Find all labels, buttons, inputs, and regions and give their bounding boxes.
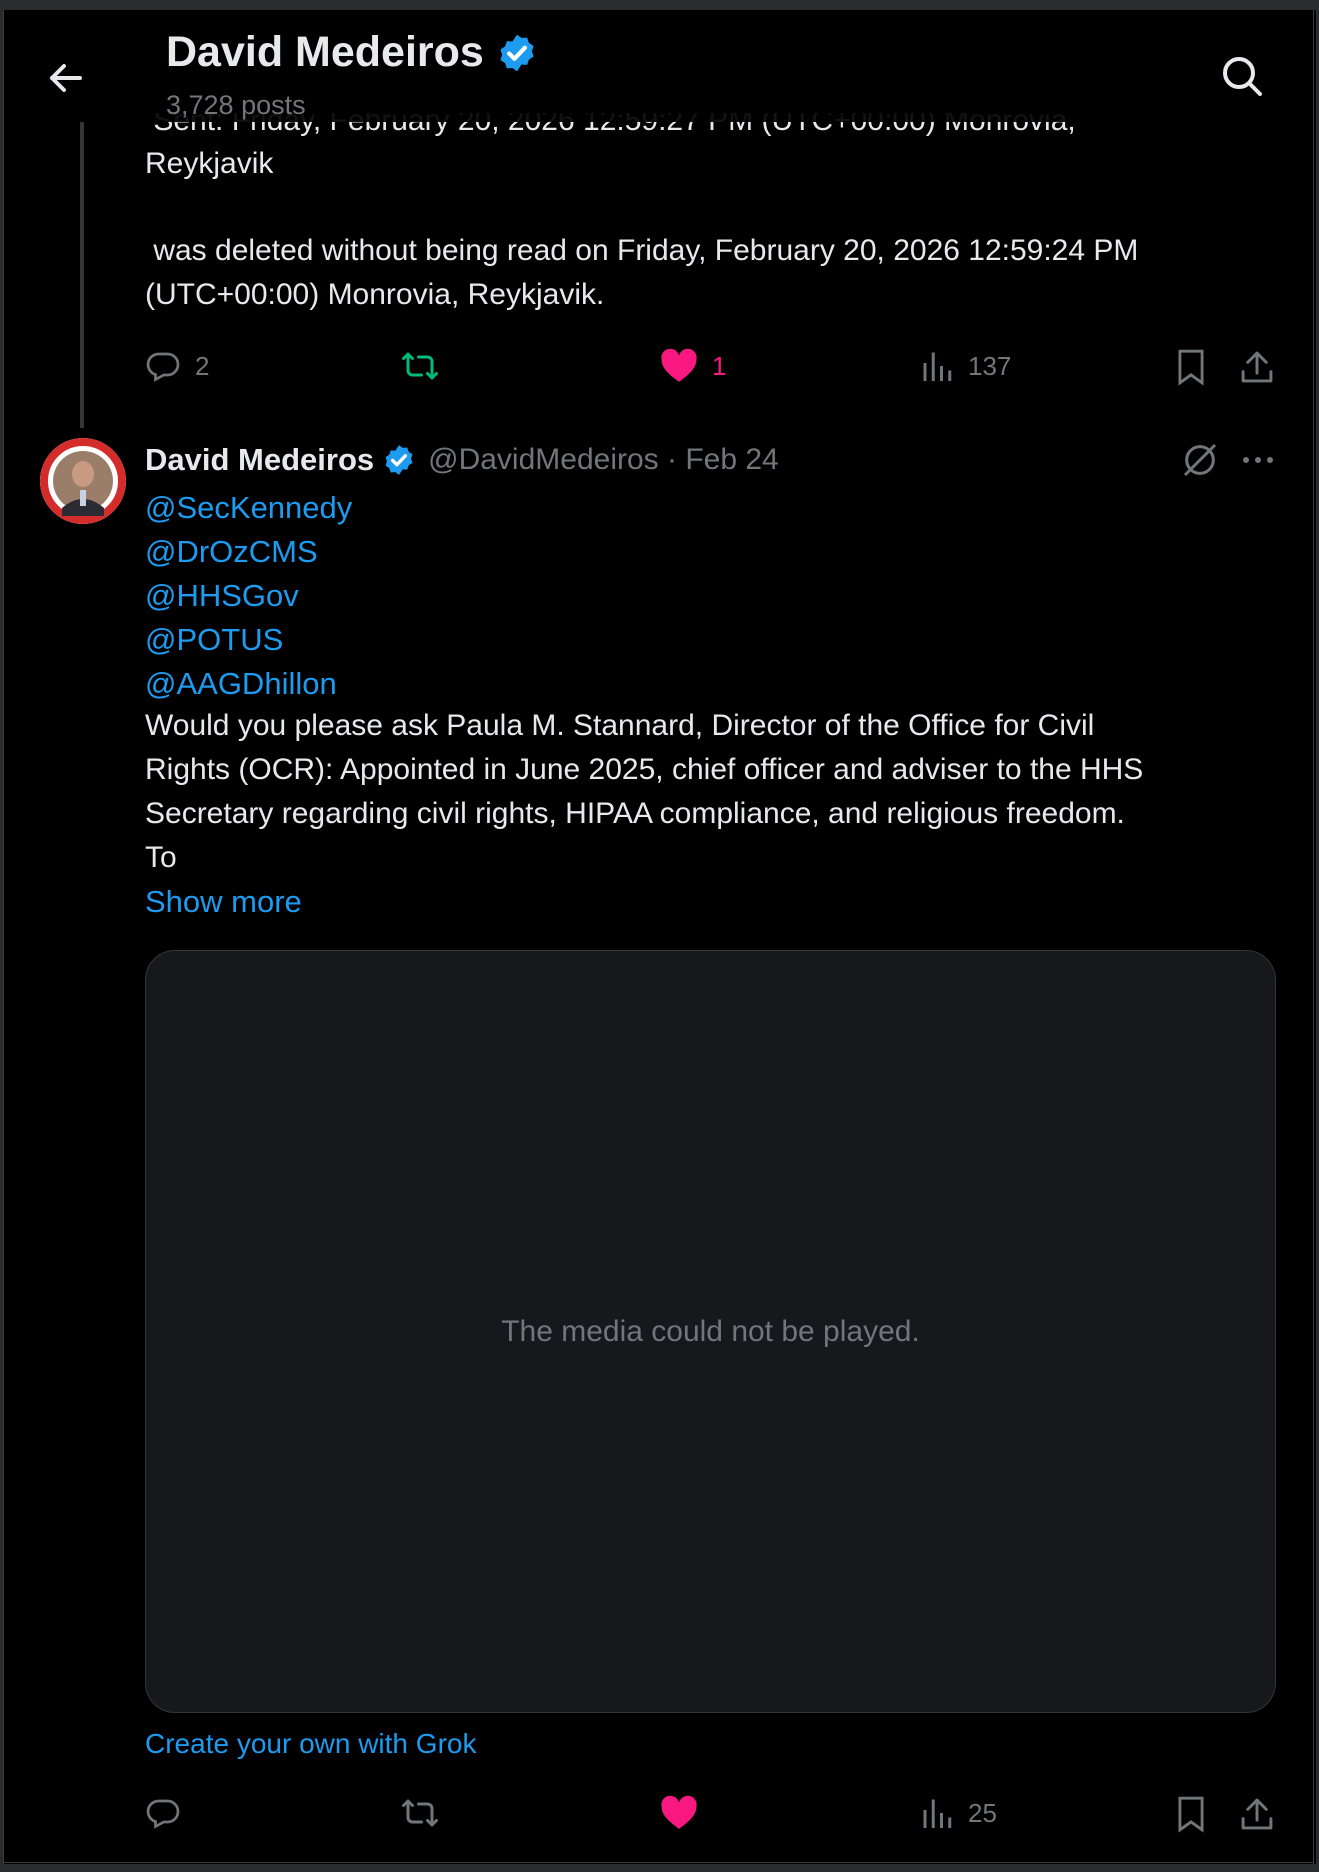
thread-connector-line (80, 122, 84, 428)
bookmark-button[interactable] (1176, 348, 1206, 386)
reply-icon (146, 1799, 180, 1829)
views-icon (923, 1799, 952, 1828)
like-icon (661, 1795, 697, 1829)
retweet-icon (402, 1799, 438, 1827)
tweet-body-line: Would you please ask Paula M. Stannard, … (145, 709, 1095, 742)
page-title: David Medeiros (166, 28, 484, 76)
share-button[interactable] (1240, 348, 1274, 386)
search-icon (1223, 57, 1262, 96)
views-button[interactable]: 137 (920, 348, 1011, 384)
search-button[interactable] (1218, 52, 1266, 100)
grok-icon (1183, 443, 1217, 477)
verified-badge-icon (500, 34, 534, 71)
mention-link[interactable]: @POTUS (145, 618, 283, 662)
mention-link[interactable]: @HHSGov (145, 574, 299, 618)
tweet-body-line: Rights (OCR): Appointed in June 2025, ch… (145, 753, 1144, 786)
media-player[interactable]: The media could not be played. (145, 950, 1276, 1713)
share-icon (1241, 351, 1273, 383)
views-icon (923, 352, 952, 381)
avatar[interactable] (40, 438, 126, 524)
mention-link[interactable]: @DrOzCMS (145, 530, 318, 574)
mention-link[interactable]: @AAGDhillon (145, 662, 337, 706)
retweet-button[interactable] (400, 1795, 440, 1831)
author-handle-date[interactable]: @DavidMedeiros · Feb 24 (428, 443, 779, 477)
views-count: 25 (968, 1797, 997, 1828)
bookmark-icon (1178, 1796, 1204, 1833)
create-with-grok-link[interactable]: Create your own with Grok (145, 1728, 476, 1760)
more-icon (1243, 457, 1273, 463)
reply-icon (146, 352, 180, 382)
verified-badge-icon (385, 445, 413, 475)
like-button[interactable]: 1 (660, 348, 726, 384)
tweet-body-line: To (145, 841, 177, 874)
divider-left (3, 10, 4, 1864)
retweet-button[interactable] (400, 348, 440, 384)
header-title-row: David Medeiros (166, 28, 538, 77)
post-count: 3,728 posts (166, 90, 306, 120)
media-error-message: The media could not be played. (501, 1314, 920, 1348)
tweet-body-line: Secretary regarding civil rights, HIPAA … (145, 797, 1125, 830)
reply-count: 2 (195, 350, 210, 381)
profile-header: David Medeiros 3,728 posts (4, 10, 1313, 122)
tweet-text-line: Reykjavik (145, 147, 274, 180)
tweet-body: Would you please ask Paula M. Stannard, … (145, 704, 1275, 880)
tweet-author-row: David Medeiros @DavidMedeiros · Feb 24 (145, 438, 779, 482)
back-button[interactable] (42, 54, 90, 102)
like-icon (661, 348, 697, 382)
retweet-icon (402, 352, 438, 380)
share-icon (1241, 1798, 1273, 1830)
show-more-link[interactable]: Show more (145, 880, 302, 924)
tweet-text-line: (UTC+00:00) Monrovia, Reykjavik. (145, 278, 605, 311)
like-button[interactable] (660, 1795, 698, 1831)
views-count: 137 (968, 350, 1012, 381)
tweet-text-line: was deleted without being read on Friday… (145, 234, 1139, 267)
reply-button[interactable]: 2 (145, 348, 209, 384)
like-count: 1 (712, 350, 727, 381)
reply-button[interactable] (145, 1795, 181, 1831)
grok-button[interactable] (1180, 440, 1220, 480)
divider-bottom (3, 1862, 1314, 1863)
divider-right (1313, 10, 1314, 1864)
bookmark-icon (1178, 349, 1204, 386)
mention-link[interactable]: @SecKennedy (145, 486, 352, 530)
share-button[interactable] (1240, 1795, 1274, 1833)
more-button[interactable] (1240, 440, 1276, 480)
back-arrow-icon (50, 64, 82, 92)
bookmark-button[interactable] (1176, 1795, 1206, 1833)
views-button[interactable]: 25 (920, 1795, 997, 1831)
author-name[interactable]: David Medeiros (145, 442, 374, 478)
